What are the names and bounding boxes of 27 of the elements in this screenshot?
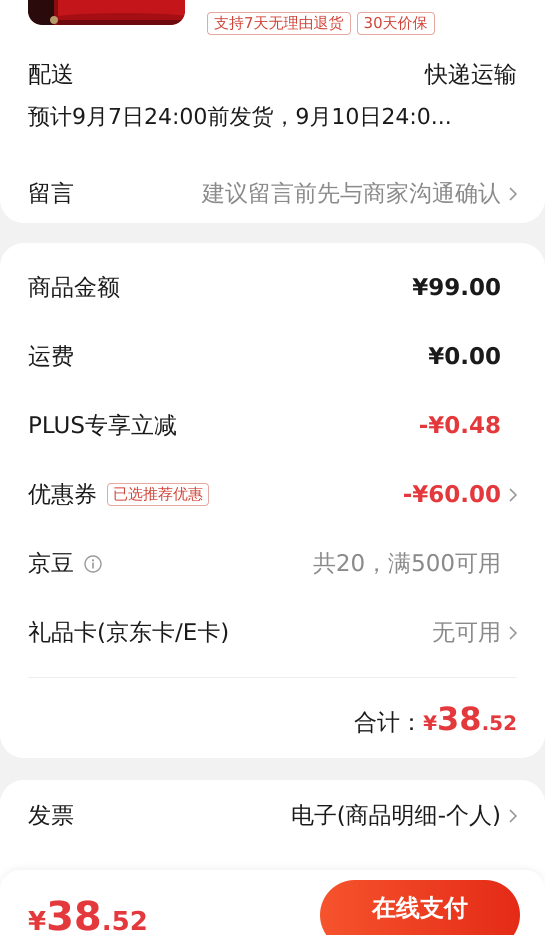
summary-label: 运费 (28, 343, 74, 372)
pay-amount: ¥38.52 (28, 894, 148, 935)
summary-value: -¥60.00 (402, 482, 501, 508)
coupon-tag: 已选推荐优惠 (107, 483, 209, 506)
total-price: ¥38.52 (423, 700, 517, 738)
service-tag: 支持7天无理由退货 (207, 12, 351, 35)
summary-label: 优惠券 (28, 481, 97, 510)
summary-label: 京豆 (28, 550, 74, 579)
service-tag: 30天价保 (356, 12, 435, 35)
delivery-label: 配送 (28, 61, 74, 90)
delivery-method: 快递运输 (425, 61, 517, 90)
total-label: 合计： (354, 709, 424, 738)
summary-label: 礼品卡(京东卡/E卡) (28, 619, 230, 648)
summary-value: -¥0.48 (418, 412, 501, 438)
summary-label: 商品金额 (28, 274, 120, 303)
invoice-value[interactable]: 电子(商品明细-个人) (290, 800, 501, 831)
summary-value: 共20，满500可用 (312, 550, 501, 579)
invoice-label: 发票 (28, 802, 74, 831)
summary-value: ¥0.00 (428, 344, 501, 370)
pay-button[interactable]: 在线支付 (320, 880, 520, 935)
summary-value: 无可用 (432, 619, 501, 648)
message-field[interactable]: 建议留言前先与商家沟通确认 (202, 178, 501, 209)
delivery-estimate: 预计9月7日24:00前发货，9月10日24:0... (28, 104, 453, 132)
summary-label: PLUS专享立减 (28, 412, 177, 441)
message-label: 留言 (28, 180, 74, 209)
info-icon[interactable] (84, 554, 102, 572)
summary-value: ¥99.00 (412, 274, 501, 300)
